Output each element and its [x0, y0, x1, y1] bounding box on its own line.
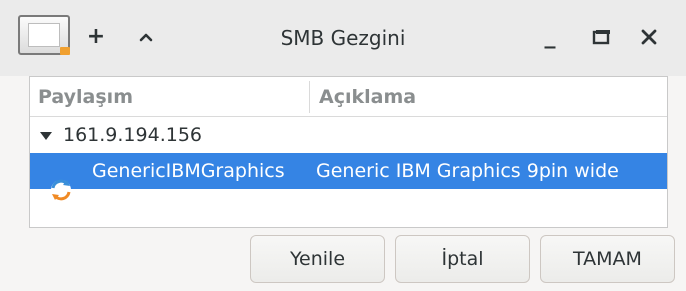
column-header-share[interactable]: Paylaşım	[38, 77, 133, 117]
app-icon-corner	[60, 47, 70, 55]
close-button[interactable]	[635, 23, 663, 51]
window-title: SMB Gezgini	[280, 26, 406, 50]
host-address: 161.9.194.156	[63, 124, 203, 146]
refresh-button[interactable]: Yenile	[250, 235, 385, 283]
list-header: Paylaşım Açıklama	[30, 77, 667, 117]
host-row[interactable]: 161.9.194.156	[30, 117, 667, 153]
ok-button[interactable]: TAMAM	[540, 235, 675, 283]
maximize-button[interactable]	[587, 23, 615, 51]
printer-share-icon	[51, 179, 71, 201]
title-bar: + SMB Gezgini _	[0, 0, 686, 76]
column-header-description[interactable]: Açıklama	[319, 77, 416, 117]
new-button[interactable]: +	[82, 23, 110, 51]
share-description: Generic IBM Graphics 9pin wide	[316, 160, 619, 182]
share-name: GenericIBMGraphics	[92, 160, 285, 182]
close-icon	[641, 29, 657, 45]
smb-browser-window: + SMB Gezgini _ Paylaşım Açıklama 161.9.…	[0, 0, 686, 291]
cancel-button[interactable]: İptal	[395, 235, 530, 283]
column-divider	[309, 81, 310, 113]
maximize-icon	[592, 30, 610, 45]
list-item[interactable]: GenericIBMGraphics Generic IBM Graphics …	[30, 153, 667, 201]
app-window-icon	[18, 15, 70, 55]
up-button[interactable]	[132, 23, 160, 51]
minimize-button[interactable]: _	[536, 23, 564, 51]
share-list[interactable]: Paylaşım Açıklama 161.9.194.156 GenericI…	[29, 76, 668, 228]
chevron-up-icon	[139, 33, 153, 42]
expander-down-icon[interactable]	[40, 132, 52, 140]
